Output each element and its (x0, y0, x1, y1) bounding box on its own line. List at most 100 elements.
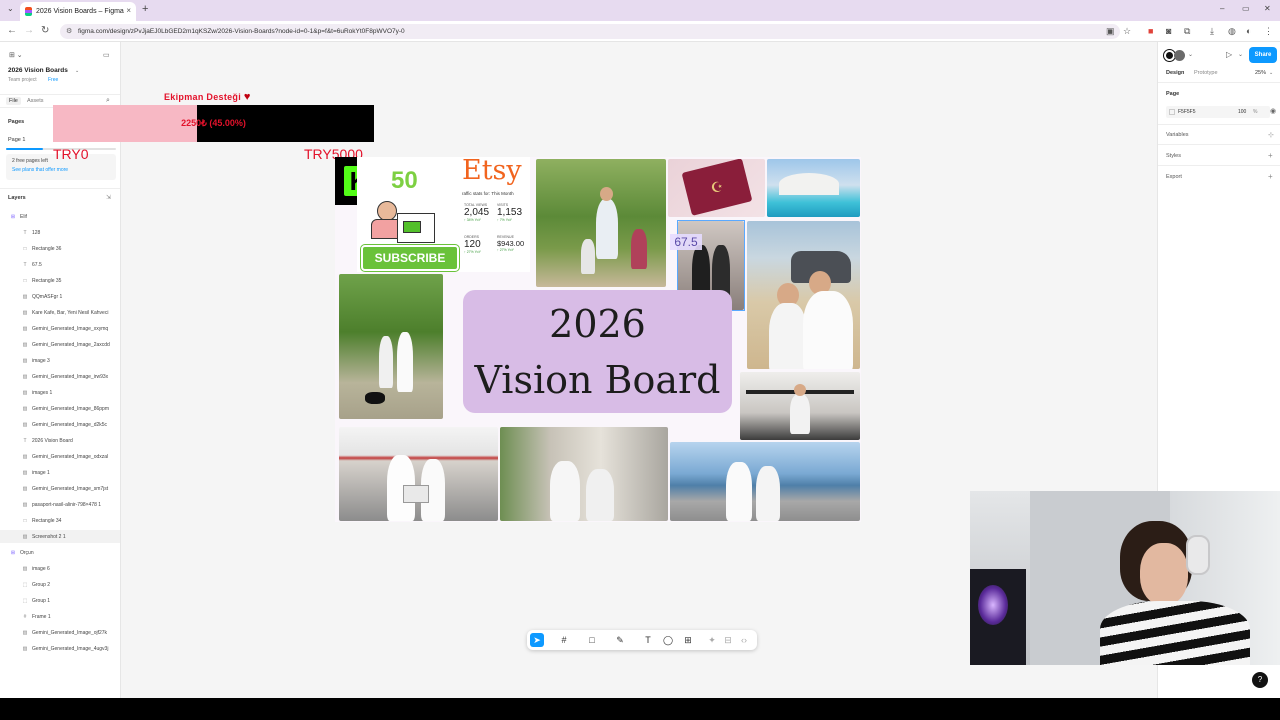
electronics-store-photo[interactable] (339, 427, 498, 521)
layer-row[interactable]: ▨ image 3 (0, 354, 120, 367)
forward-icon[interactable]: → (24, 25, 34, 36)
layer-row[interactable]: ⬚ Group 2 (0, 578, 120, 591)
url-field[interactable]: ⚙ figma.com/design/zPvJjaEJ0LbGED2m1qKSZ… (60, 24, 1120, 39)
help-icon[interactable]: ? (1252, 672, 1268, 688)
layer-row[interactable]: ▨ Gemini_Generated_Image_d2k5c (0, 418, 120, 431)
share-button[interactable]: Share (1249, 47, 1277, 63)
page-color-field[interactable]: F5F5F5 100 % (1166, 106, 1270, 118)
bookmark-star-icon[interactable]: ☆ (1123, 26, 1131, 37)
layer-section[interactable]: ⊞ Orçun (0, 546, 120, 559)
passport-photo[interactable]: ☪ (668, 159, 765, 217)
tab-design[interactable]: Design (1166, 70, 1184, 76)
layer-row[interactable]: ▨ Gemini_Generated_Image_xxymq (0, 322, 120, 335)
present-chevron-icon[interactable]: ⌄ (1238, 51, 1243, 58)
tab-file[interactable]: File (6, 97, 21, 105)
components-tool-icon[interactable]: ⊟ (721, 633, 735, 647)
avatars-chevron-icon[interactable]: ⌄ (1188, 51, 1193, 58)
layer-row[interactable]: T 2026 Vision Board (0, 434, 120, 447)
panel-toggle-icon[interactable]: ▭ (103, 51, 110, 59)
resort-hotel-photo[interactable] (767, 159, 860, 217)
park-walk-photo[interactable] (339, 274, 443, 419)
browser-menu-icon[interactable]: ⋮ (1264, 26, 1273, 37)
search-icon[interactable]: ⌕ (106, 97, 110, 105)
layer-row[interactable]: T 128 (0, 226, 120, 239)
page-item-page-1[interactable]: Page 1 (8, 137, 25, 143)
family-park-photo[interactable] (536, 159, 666, 287)
layer-row[interactable]: ▨ Gemini_Generated_Image_odxzal (0, 450, 120, 463)
text-tool-icon[interactable]: T (641, 633, 655, 647)
keys-building-photo[interactable] (500, 427, 668, 521)
collapse-layers-icon[interactable]: ⇲ (106, 194, 111, 201)
layer-row[interactable]: T 67.5 (0, 258, 120, 271)
tab-close-icon[interactable]: × (126, 6, 131, 15)
layer-row[interactable]: ▨ Gemini_Generated_Image_2axcdd (0, 338, 120, 351)
layer-row[interactable]: ▨ pasaport-nasil-alinir-798×478 1 (0, 498, 120, 511)
color-swatch[interactable] (1169, 109, 1175, 115)
variables-settings-icon[interactable]: ⊹ (1268, 131, 1274, 139)
layer-section[interactable]: ⊞ Elif (0, 210, 120, 223)
styles-section[interactable]: Styles (1166, 153, 1181, 159)
figma-menu-icon[interactable]: ⊞ ⌄ (9, 51, 23, 59)
cast-icon[interactable]: ▣ (1106, 26, 1115, 37)
visibility-eye-icon[interactable]: ◉ (1270, 107, 1276, 115)
page-color-hex[interactable]: F5F5F5 (1178, 109, 1196, 115)
layer-row[interactable]: ▨ images 1 (0, 386, 120, 399)
layer-row[interactable]: □ Rectangle 36 (0, 242, 120, 255)
layer-row[interactable]: ▨ Gemini_Generated_Image_sm7jst (0, 482, 120, 495)
download-icon[interactable]: ⤓ (1210, 26, 1214, 37)
browser-update-icon[interactable]: ◐ (1246, 26, 1251, 36)
move-tool-icon[interactable]: ➤ (530, 633, 544, 647)
layer-row[interactable]: ▨ Gemini_Generated_Image_ojf27k (0, 626, 120, 639)
variables-section[interactable]: Variables (1166, 132, 1189, 138)
layer-row[interactable]: ▨ Screenshot 2 1 (0, 530, 120, 543)
extensions-puzzle-icon[interactable]: ⧉ (1184, 26, 1190, 37)
zoom-chevron-icon[interactable]: ⌄ (1269, 70, 1273, 76)
actions-tool-icon[interactable]: ⊞ (681, 633, 695, 647)
tab-assets[interactable]: Assets (27, 98, 44, 104)
layer-row[interactable]: ▨ Gemini_Generated_Image_irw93x (0, 370, 120, 383)
etsy-stats-tile[interactable]: Etsy raffic stats for: This Month TOTAL … (460, 155, 530, 272)
subscribe-button[interactable]: SUBSCRIBE (361, 245, 459, 271)
dev-mode-icon[interactable]: ‹› (737, 633, 751, 647)
add-export-icon[interactable]: + (1268, 172, 1273, 181)
layer-row[interactable]: ▨ Gemini_Generated_Image_4ugv3j (0, 642, 120, 655)
layer-row[interactable]: □ Rectangle 34 (0, 514, 120, 527)
browser-tab[interactable]: 2026 Vision Boards – Figma × (20, 2, 136, 21)
layer-row[interactable]: ▨ Kare Kafe, Bar, Yeni Nesil Kahveci (0, 306, 120, 319)
gym-photo[interactable] (740, 372, 860, 440)
maximize-icon[interactable]: ▭ (1242, 4, 1250, 13)
layer-row[interactable]: ▨ Gemini_Generated_Image_86ppm (0, 402, 120, 415)
couple-beach-photo[interactable] (747, 221, 860, 369)
file-name-chevron-icon[interactable]: ⌄ (75, 68, 79, 74)
ai-tool-icon[interactable]: ✦ (705, 633, 719, 647)
extension-icon[interactable]: ■ (1148, 26, 1153, 36)
pen-tool-icon[interactable]: ✎ (613, 633, 627, 647)
zoom-level[interactable]: 25% (1255, 70, 1266, 76)
value-label-67-5[interactable]: 67.5 (670, 234, 702, 250)
plan-badge[interactable]: Free (48, 77, 58, 83)
reload-icon[interactable]: ↻ (41, 25, 49, 36)
export-section[interactable]: Export (1166, 174, 1182, 180)
back-icon[interactable]: ← (7, 25, 17, 36)
layer-row[interactable]: ▨ image 6 (0, 562, 120, 575)
layer-row[interactable]: ▨ QQmASFgr 1 (0, 290, 120, 303)
airport-photo[interactable] (670, 442, 860, 521)
comment-tool-icon[interactable]: ◯ (661, 633, 675, 647)
layer-row[interactable]: □ Rectangle 35 (0, 274, 120, 287)
file-name[interactable]: 2026 Vision Boards (8, 67, 68, 74)
profile-icon[interactable]: ◍ (1228, 26, 1236, 37)
tab-prototype[interactable]: Prototype (1194, 70, 1218, 76)
layer-row[interactable]: ▨ image 1 (0, 466, 120, 479)
avatar-2[interactable] (1174, 50, 1185, 61)
new-tab-icon[interactable]: + (142, 3, 148, 15)
frame-tool-icon[interactable]: # (557, 633, 571, 647)
page-opacity[interactable]: 100 (1238, 109, 1246, 115)
minimize-icon[interactable]: – (1220, 4, 1224, 13)
layer-row[interactable]: # Frame 1 (0, 610, 120, 623)
layer-row[interactable]: ⬚ Group 1 (0, 594, 120, 607)
streamer-illustration-tile[interactable]: 50 SUBSCRIBE (357, 157, 461, 272)
camera-icon[interactable]: ◙ (1166, 26, 1171, 36)
see-plans-link[interactable]: See plans that offer more (12, 167, 68, 173)
rectangle-tool-icon[interactable]: □ (585, 633, 599, 647)
tab-search-icon[interactable]: ⌄ (7, 4, 14, 13)
